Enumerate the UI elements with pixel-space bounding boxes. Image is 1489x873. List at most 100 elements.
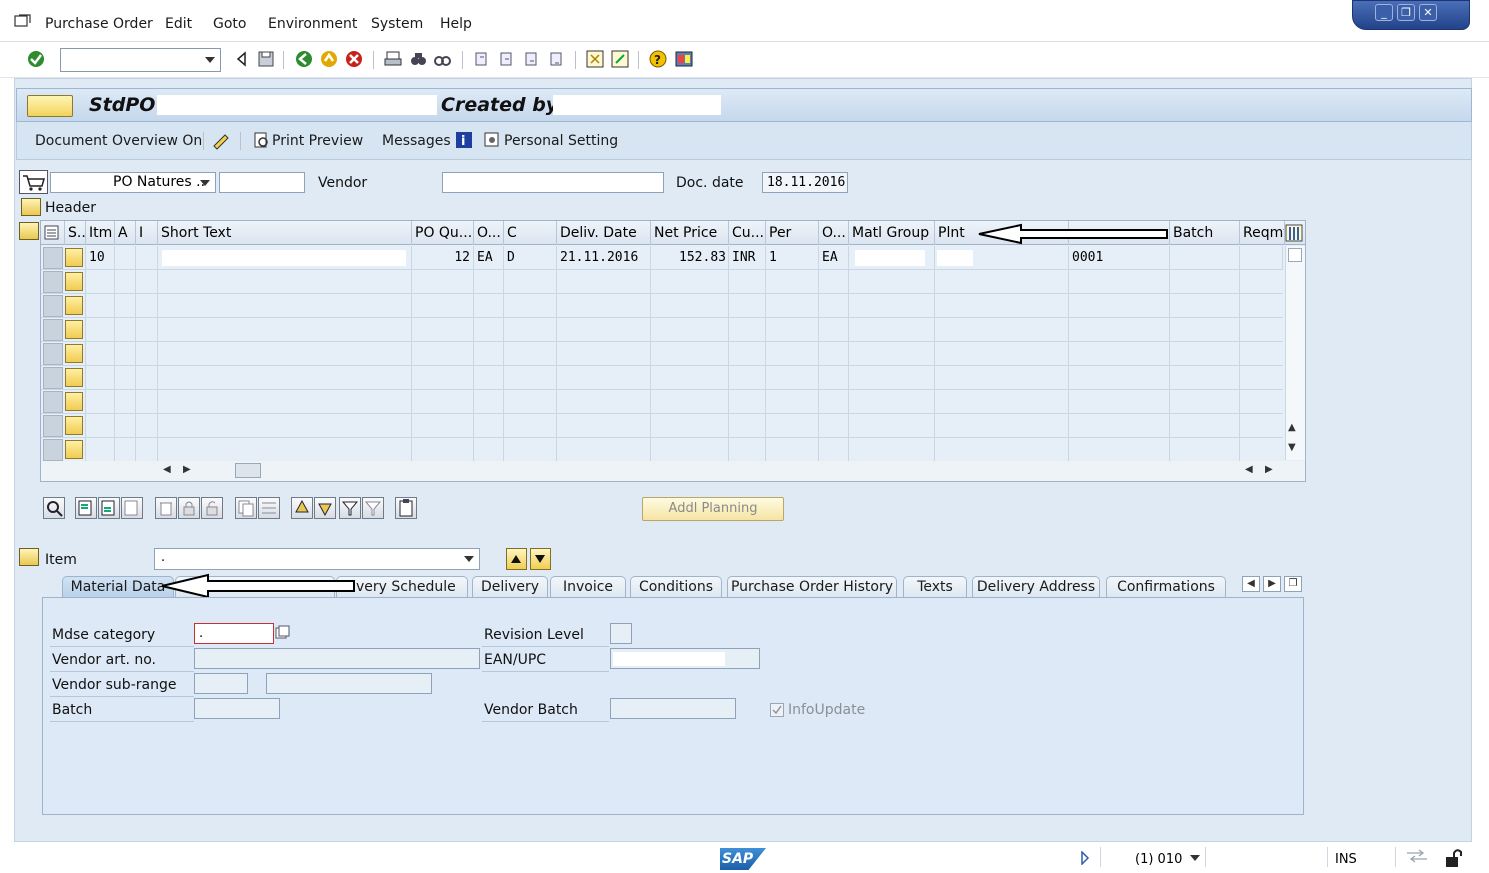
tab-invoice[interactable]: Invoice — [550, 576, 626, 598]
row-detail-icon[interactable] — [65, 344, 83, 363]
menu-edit[interactable]: Edit — [165, 16, 192, 32]
cell-item[interactable]: 10 — [86, 246, 115, 270]
check-pencil-icon[interactable] — [211, 131, 231, 155]
cell-matl-group[interactable] — [849, 246, 935, 270]
vendor-art-no-field[interactable] — [194, 648, 480, 669]
cell-per[interactable]: 1 — [766, 246, 819, 270]
add-row-icon[interactable] — [75, 497, 97, 519]
cell-opu[interactable]: EA — [819, 246, 849, 270]
info-update-checkbox[interactable] — [770, 703, 784, 717]
col-short-text[interactable]: Short Text — [158, 221, 412, 245]
doc-number-field[interactable] — [219, 172, 305, 193]
ean-upc-field[interactable] — [610, 648, 760, 669]
close-button[interactable]: ✕ — [1419, 4, 1437, 21]
insert-row-icon[interactable] — [98, 497, 120, 519]
copy-row-icon[interactable] — [121, 497, 143, 519]
other-po-icon[interactable] — [27, 95, 73, 117]
cell-po-qty[interactable]: 12 — [412, 246, 474, 270]
row-detail-icon[interactable] — [65, 296, 83, 315]
help-icon[interactable]: ? — [648, 49, 668, 69]
tab-list-icon[interactable]: ❐ — [1284, 576, 1302, 592]
restore-button[interactable]: ❐ — [1397, 4, 1415, 21]
cart-icon[interactable] — [19, 170, 48, 194]
new-session-icon[interactable] — [585, 49, 605, 69]
status-expand-icon[interactable] — [1080, 850, 1090, 869]
doc-date-field[interactable]: 18.11.2016 — [762, 172, 848, 193]
cell-plant[interactable] — [935, 246, 1069, 270]
row-detail-icon[interactable] — [65, 248, 83, 267]
table-row[interactable]: 10 12 EA D 21.11.2016 152.83 INR 1 EA 00… — [41, 246, 1283, 270]
table-row[interactable] — [41, 390, 1283, 414]
tab-confirmations[interactable]: Confirmations — [1106, 576, 1226, 598]
folder-header-icon[interactable] — [21, 198, 41, 216]
cell-short-text[interactable] — [158, 246, 412, 270]
back-arrow-icon[interactable] — [232, 49, 252, 69]
messages-button[interactable]: Messages — [382, 133, 451, 149]
horizontal-scrollbar[interactable]: ◀ ▶ ◀ ▶ — [41, 461, 1305, 481]
scroll-right-icon[interactable]: ▶ — [183, 464, 191, 475]
document-overview-button[interactable]: Document Overview On — [35, 133, 202, 149]
personal-setting-button[interactable]: Personal Setting — [504, 133, 618, 149]
filter-remove-icon[interactable] — [362, 497, 384, 519]
table-row[interactable] — [41, 294, 1283, 318]
filter-icon[interactable] — [339, 497, 361, 519]
minimize-button[interactable]: _ — [1375, 4, 1393, 21]
col-item-cat[interactable]: I — [136, 221, 158, 245]
exit-icon[interactable] — [319, 49, 339, 69]
info-icon[interactable]: i — [455, 131, 473, 153]
menu-environment[interactable]: Environment — [268, 16, 357, 32]
col-matl-group[interactable]: Matl Group — [849, 221, 935, 245]
scroll-thumb[interactable] — [235, 463, 261, 478]
row-detail-icon[interactable] — [65, 368, 83, 387]
command-field[interactable] — [60, 48, 221, 72]
prev-item-button[interactable] — [506, 548, 527, 570]
menu-purchase-order[interactable]: Purchase Order — [45, 16, 153, 32]
print-preview-button[interactable]: Print Preview — [272, 133, 363, 149]
item-select[interactable]: . — [154, 548, 480, 570]
mdse-category-field[interactable]: . — [194, 623, 274, 644]
cancel-icon[interactable] — [344, 49, 364, 69]
col-po-qty[interactable]: PO Qu... — [412, 221, 474, 245]
row-detail-icon[interactable] — [65, 272, 83, 291]
revision-level-field[interactable] — [610, 623, 632, 644]
tab-scroll-right-icon[interactable]: ▶ — [1263, 576, 1281, 592]
chevron-down-icon[interactable] — [205, 57, 215, 63]
cell-stor-loc[interactable]: 0001 — [1069, 246, 1170, 270]
batch-field[interactable] — [194, 698, 280, 719]
row-detail-icon[interactable] — [65, 416, 83, 435]
table-row[interactable] — [41, 438, 1283, 462]
green-back-icon[interactable] — [294, 49, 314, 69]
scroll-up-icon[interactable]: ▲ — [1288, 422, 1296, 433]
header-section-label[interactable]: Header — [45, 200, 96, 216]
col-opu[interactable]: O... — [819, 221, 849, 245]
column-config-icon[interactable] — [1285, 224, 1303, 246]
row-detail-icon[interactable] — [65, 440, 83, 459]
scroll-down-icon[interactable]: ▼ — [1288, 442, 1296, 453]
vendor-sub-range-field[interactable] — [194, 673, 248, 694]
vendor-batch-field[interactable] — [610, 698, 736, 719]
lock-icon[interactable] — [1444, 848, 1466, 872]
menu-toggle-icon[interactable] — [14, 13, 32, 29]
last-page-icon[interactable] — [547, 49, 567, 69]
col-status[interactable]: S.. — [65, 221, 86, 245]
save-icon[interactable] — [256, 49, 276, 69]
sort-asc-icon[interactable] — [291, 497, 313, 519]
folder-items-icon[interactable] — [19, 222, 39, 240]
col-deliv-date[interactable]: Deliv. Date — [557, 221, 651, 245]
tab-conditions[interactable]: Conditions — [630, 576, 722, 598]
table-row[interactable] — [41, 270, 1283, 294]
duplicate-icon[interactable] — [235, 497, 257, 519]
print-icon[interactable] — [383, 49, 403, 69]
table-row[interactable] — [41, 318, 1283, 342]
select-all-icon[interactable] — [41, 221, 65, 245]
col-currency[interactable]: Cu... — [729, 221, 766, 245]
chevron-down-icon[interactable] — [200, 180, 210, 186]
tab-delivery[interactable]: Delivery — [472, 576, 548, 598]
previous-page-icon[interactable] — [497, 49, 517, 69]
chevron-down-icon[interactable] — [464, 556, 474, 562]
cell-currency[interactable]: INR — [729, 246, 766, 270]
col-acct[interactable]: A — [115, 221, 136, 245]
item-details-icon[interactable] — [43, 497, 65, 519]
delete-icon[interactable] — [155, 497, 177, 519]
cell-order-unit[interactable]: EA — [474, 246, 504, 270]
